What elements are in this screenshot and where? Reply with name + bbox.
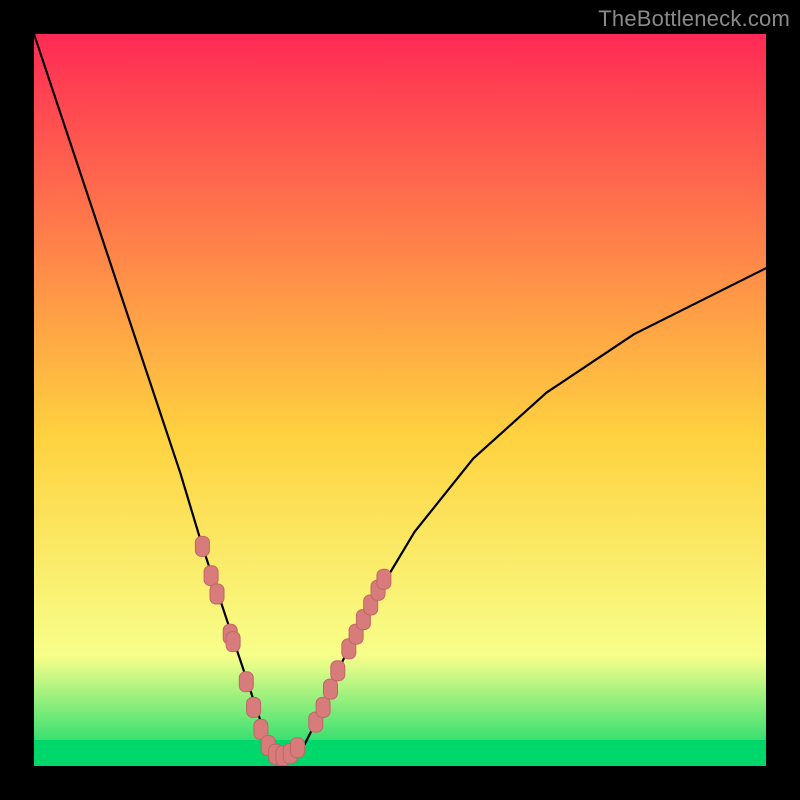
data-marker [291, 738, 305, 758]
chart-frame: TheBottleneck.com [0, 0, 800, 800]
data-marker [316, 697, 330, 717]
data-marker [324, 679, 338, 699]
watermark-text: TheBottleneck.com [598, 6, 790, 32]
bottleneck-curve [34, 34, 766, 757]
chart-svg [34, 34, 766, 766]
data-marker [331, 661, 345, 681]
data-marker [377, 569, 391, 589]
data-marker [210, 584, 224, 604]
plot-area [34, 34, 766, 766]
data-marker [239, 672, 253, 692]
data-marker [195, 536, 209, 556]
data-marker [247, 697, 261, 717]
data-marker [204, 566, 218, 586]
data-marker [226, 632, 240, 652]
